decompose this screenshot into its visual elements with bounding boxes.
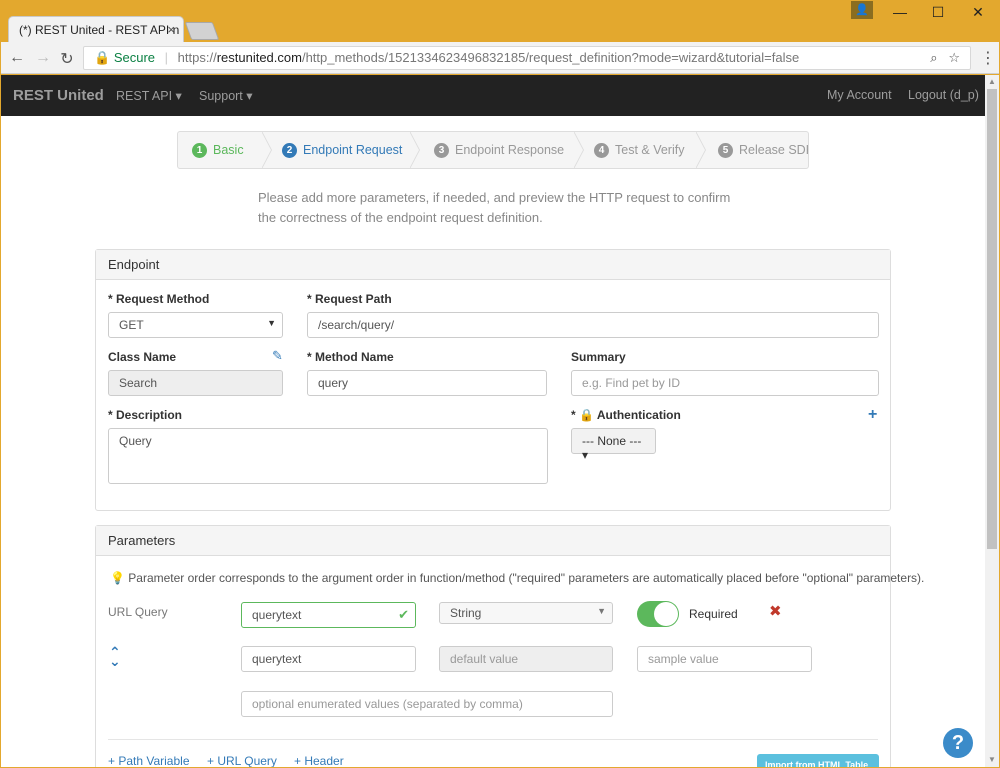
edit-icon[interactable]: ✎: [272, 348, 283, 364]
remove-param-icon[interactable]: ✖: [769, 602, 782, 620]
import-html-table-button[interactable]: Import from HTML Table: [757, 754, 879, 767]
class-name-input[interactable]: Search: [108, 370, 283, 396]
scrollbar[interactable]: ▲ ▼: [985, 75, 999, 767]
divider: [108, 739, 878, 740]
class-name-label: Class Name: [108, 350, 177, 364]
summary-label: Summary: [571, 350, 626, 364]
parameters-heading: Parameters: [96, 526, 890, 556]
title-bar: (*) REST United - REST API n × 👤 — ☐ ✕: [0, 0, 1000, 42]
zoom-icon[interactable]: ⌕: [930, 50, 937, 65]
chevron-down-icon: ▼: [597, 606, 606, 616]
help-icon[interactable]: ?: [943, 728, 973, 758]
method-name-input[interactable]: query: [307, 370, 547, 396]
browser-window: (*) REST United - REST API n × 👤 — ☐ ✕ ←…: [0, 0, 1000, 768]
sample-value-input[interactable]: sample value: [637, 646, 812, 672]
request-path-input[interactable]: /search/query/: [307, 312, 879, 338]
url-query-label: URL Query: [108, 605, 168, 619]
required-toggle[interactable]: [637, 601, 679, 627]
summary-input[interactable]: e.g. Find pet by ID: [571, 370, 879, 396]
minimize-button[interactable]: —: [882, 4, 918, 20]
tab-title: (*) REST United - REST API n: [19, 23, 180, 37]
default-value-input[interactable]: default value: [439, 646, 613, 672]
nav-logout[interactable]: Logout (d_p): [908, 88, 979, 102]
user-icon[interactable]: 👤: [851, 1, 873, 19]
url-input[interactable]: 🔒 Secure | https://restunited.com/http_m…: [83, 46, 971, 70]
check-icon: ✔: [398, 607, 409, 622]
secure-label: Secure: [113, 50, 156, 65]
endpoint-heading: Endpoint: [96, 250, 890, 280]
authentication-label: * 🔒 Authentication: [571, 408, 681, 422]
nav-support[interactable]: Support ▾: [199, 88, 253, 103]
url-host: restunited.com: [216, 50, 302, 65]
chevron-down-icon: ▼: [267, 318, 276, 328]
nav-rest-api[interactable]: REST API ▾: [116, 88, 182, 103]
add-url-query-link[interactable]: + URL Query: [207, 754, 277, 767]
brand-logo[interactable]: REST United: [13, 87, 104, 104]
close-window-button[interactable]: ✕: [960, 4, 996, 21]
scroll-up-icon[interactable]: ▲: [985, 77, 999, 86]
intro-text: Please add more parameters, if needed, a…: [258, 190, 731, 225]
wizard-step-endpoint-request[interactable]: 2 Endpoint Request: [282, 132, 402, 168]
nav-my-account[interactable]: My Account: [827, 88, 892, 102]
add-path-variable-link[interactable]: + Path Variable: [108, 754, 190, 767]
bookmark-star-icon[interactable]: ☆: [948, 50, 960, 65]
page-content: REST United REST API ▾ Support ▾ My Acco…: [1, 75, 985, 767]
top-navbar: REST United REST API ▾ Support ▾ My Acco…: [1, 75, 985, 116]
tab-close-icon[interactable]: ×: [167, 22, 175, 37]
back-icon[interactable]: ←: [7, 49, 27, 67]
url-scheme: https://: [177, 50, 217, 65]
wizard-step-release-sdk[interactable]: 5 Release SDK: [718, 132, 808, 168]
url-path: /http_methods/1521334623496832185/reques…: [301, 50, 800, 65]
description-label: * Description: [108, 408, 183, 422]
address-bar: ← → ↻ 🔒 Secure | https://restunited.com/…: [1, 42, 999, 74]
param-type-select[interactable]: String ▼: [439, 602, 613, 624]
required-label: Required: [689, 607, 738, 621]
new-tab-button[interactable]: [184, 22, 220, 40]
method-name-label: * Method Name: [307, 350, 394, 364]
request-method-label: * Request Method: [108, 292, 210, 306]
forward-icon[interactable]: →: [33, 49, 53, 67]
scroll-down-icon[interactable]: ▼: [985, 755, 999, 764]
reload-icon[interactable]: ↻: [57, 49, 77, 69]
enum-values-input[interactable]: optional enumerated values (separated by…: [241, 691, 613, 717]
parameter-order-hint: 💡 Parameter order corresponds to the arg…: [110, 571, 925, 585]
move-down-icon[interactable]: ⌄: [109, 653, 121, 670]
wizard-step-endpoint-response[interactable]: 3 Endpoint Response: [434, 132, 564, 168]
add-header-link[interactable]: + Header: [294, 754, 344, 767]
parameters-panel: Parameters 💡 Parameter order corresponds…: [95, 525, 924, 767]
wizard-step-test-verify[interactable]: 4 Test & Verify: [594, 132, 684, 168]
browser-tab[interactable]: (*) REST United - REST API n ×: [8, 16, 184, 42]
request-method-select[interactable]: GET ▼: [108, 312, 283, 338]
wizard-steps: 1 Basic 2 Endpoint Request 3 Endpoint Respo…: [177, 131, 809, 169]
wizard-step-basic[interactable]: 1 Basic: [192, 132, 244, 168]
param-description-input[interactable]: querytext: [241, 646, 416, 672]
add-auth-plus-icon[interactable]: +: [868, 406, 877, 424]
param-name-input[interactable]: querytext ✔: [241, 602, 416, 628]
request-path-label: * Request Path: [307, 292, 392, 306]
scroll-thumb[interactable]: [987, 89, 997, 549]
lock-icon: 🔒: [94, 50, 111, 65]
endpoint-panel: Endpoint * Request Method GET ▼ * Reques…: [95, 249, 891, 511]
description-textarea[interactable]: Query: [108, 428, 548, 484]
maximize-button[interactable]: ☐: [920, 4, 956, 21]
browser-menu-icon[interactable]: ⋮: [980, 48, 996, 68]
authentication-dropdown[interactable]: --- None --- ▾: [571, 428, 656, 462]
